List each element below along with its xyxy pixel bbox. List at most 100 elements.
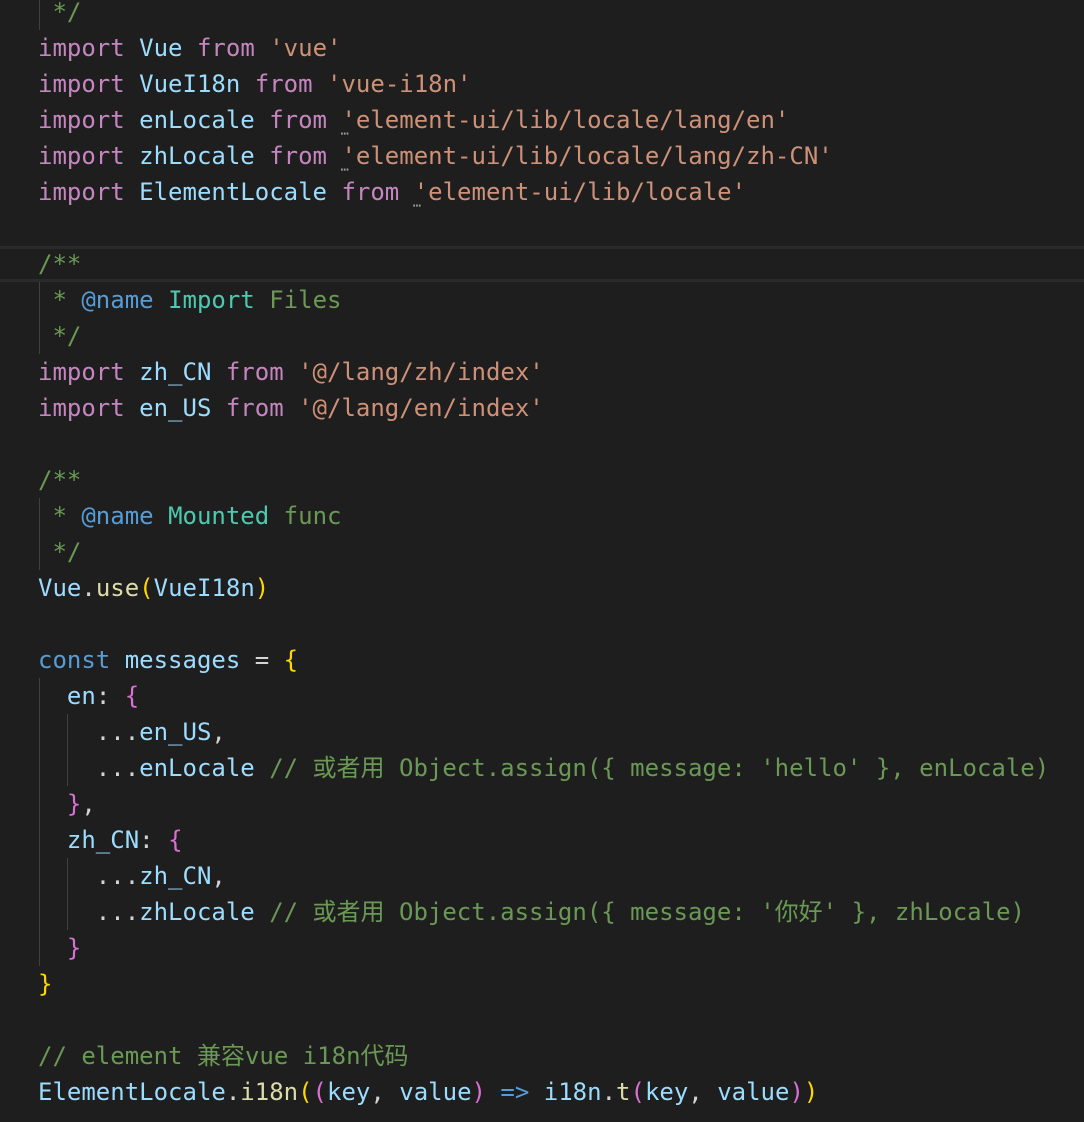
code-line[interactable]: ...zhLocale // 或者用 Object.assign({ messa… xyxy=(0,894,1084,930)
code-line[interactable]: ElementLocale.i18n((key, value) => i18n.… xyxy=(0,1074,1084,1110)
code-line[interactable] xyxy=(0,1002,1084,1038)
code-token: : xyxy=(139,826,169,854)
code-line[interactable]: } xyxy=(0,966,1084,1002)
code-line[interactable]: import VueI18n from 'vue-i18n' xyxy=(0,66,1084,102)
code-line[interactable]: Vue.use(VueI18n) xyxy=(0,570,1084,606)
code-line[interactable]: zh_CN: { xyxy=(0,822,1084,858)
code-token: from xyxy=(269,106,327,134)
code-token: ... xyxy=(38,718,140,746)
code-token: = xyxy=(240,646,284,674)
code-token: } xyxy=(66,934,82,962)
code-token: import xyxy=(38,358,125,386)
code-token: import xyxy=(38,70,125,98)
code-line[interactable]: ...enLocale // 或者用 Object.assign({ messa… xyxy=(0,750,1084,786)
code-line[interactable]: import zhLocale from 'element-ui/lib/loc… xyxy=(0,138,1084,174)
code-token: key xyxy=(327,1078,371,1106)
code-token: use xyxy=(95,574,140,602)
code-token: . xyxy=(601,1078,617,1106)
code-token: Mounted xyxy=(168,502,270,530)
code-token: /** xyxy=(38,250,82,278)
code-line[interactable]: /** xyxy=(0,246,1084,282)
code-token: VueI18n xyxy=(153,574,255,602)
code-line[interactable]: en: { xyxy=(0,678,1084,714)
code-line[interactable] xyxy=(0,210,1084,246)
code-editor[interactable]: */import Vue from 'vue' import VueI18n fr… xyxy=(0,0,1084,1122)
code-token: i18n xyxy=(240,1078,299,1106)
code-token: * xyxy=(38,286,82,314)
code-token: 'element-ui/lib/locale/lang/zh-CN' xyxy=(341,142,833,170)
code-token: from xyxy=(269,142,327,170)
code-line[interactable]: }, xyxy=(0,786,1084,822)
code-token: from xyxy=(196,34,255,62)
code-token: ) xyxy=(803,1078,819,1106)
code-token: from xyxy=(254,70,313,98)
code-token: . xyxy=(225,1078,241,1106)
code-token: => xyxy=(500,1078,530,1106)
code-token: '@/lang/en/index' xyxy=(298,394,544,422)
code-token: , xyxy=(81,790,96,818)
code-token: , xyxy=(370,1078,400,1106)
code-line[interactable]: ...zh_CN, xyxy=(0,858,1084,894)
code-token: zh_CN xyxy=(139,358,212,386)
code-token: from xyxy=(225,394,284,422)
code-line[interactable]: * @name Mounted func xyxy=(0,498,1084,534)
code-token: , xyxy=(688,1078,718,1106)
code-line[interactable]: */ xyxy=(0,534,1084,570)
code-token: /** xyxy=(38,466,82,494)
code-line[interactable] xyxy=(0,606,1084,642)
code-token: // 或者用 Object.assign({ message: 'hello' … xyxy=(254,754,1050,782)
code-line[interactable]: */ xyxy=(0,318,1084,354)
code-token: { xyxy=(168,826,183,854)
code-token: import xyxy=(38,394,125,422)
code-token: 'vue-i18n' xyxy=(327,70,472,98)
code-line[interactable]: */ xyxy=(0,0,1084,30)
code-token: zh_CN xyxy=(66,826,140,854)
code-token: ( xyxy=(312,1078,327,1106)
code-token: @name xyxy=(81,286,154,314)
code-line[interactable]: import ElementLocale from 'element-ui/li… xyxy=(0,174,1084,210)
code-token: zh_CN xyxy=(139,862,212,890)
code-line[interactable]: ...en_US, xyxy=(0,714,1084,750)
code-line[interactable]: * @name Import Files xyxy=(0,282,1084,318)
code-token: i18n xyxy=(543,1078,602,1106)
code-token: @name xyxy=(81,502,154,530)
code-token: ... xyxy=(38,862,140,890)
code-line[interactable]: const messages = { xyxy=(0,642,1084,678)
code-line[interactable]: import enLocale from 'element-ui/lib/loc… xyxy=(0,102,1084,138)
code-token: ... xyxy=(38,754,140,782)
code-token: // element 兼容vue i18n代码 xyxy=(38,1042,409,1070)
code-token: */ xyxy=(38,322,82,350)
code-line[interactable] xyxy=(0,426,1084,462)
code-token: t xyxy=(616,1078,631,1106)
code-token: import xyxy=(38,34,125,62)
code-token: VueI18n xyxy=(139,70,241,98)
code-line[interactable]: import zh_CN from '@/lang/zh/index' xyxy=(0,354,1084,390)
code-line[interactable]: } xyxy=(0,930,1084,966)
code-token: from xyxy=(341,178,400,206)
code-token: '@/lang/zh/index' xyxy=(298,358,544,386)
code-line[interactable]: import en_US from '@/lang/en/index' xyxy=(0,390,1084,426)
code-line[interactable]: import Vue from 'vue' xyxy=(0,30,1084,66)
code-token: ( xyxy=(139,574,154,602)
code-token: ) xyxy=(471,1078,486,1106)
code-token: { xyxy=(124,682,140,710)
code-token: key xyxy=(644,1078,689,1106)
code-line[interactable]: // element 兼容vue i18n代码 xyxy=(0,1038,1084,1074)
code-line[interactable]: /** xyxy=(0,462,1084,498)
